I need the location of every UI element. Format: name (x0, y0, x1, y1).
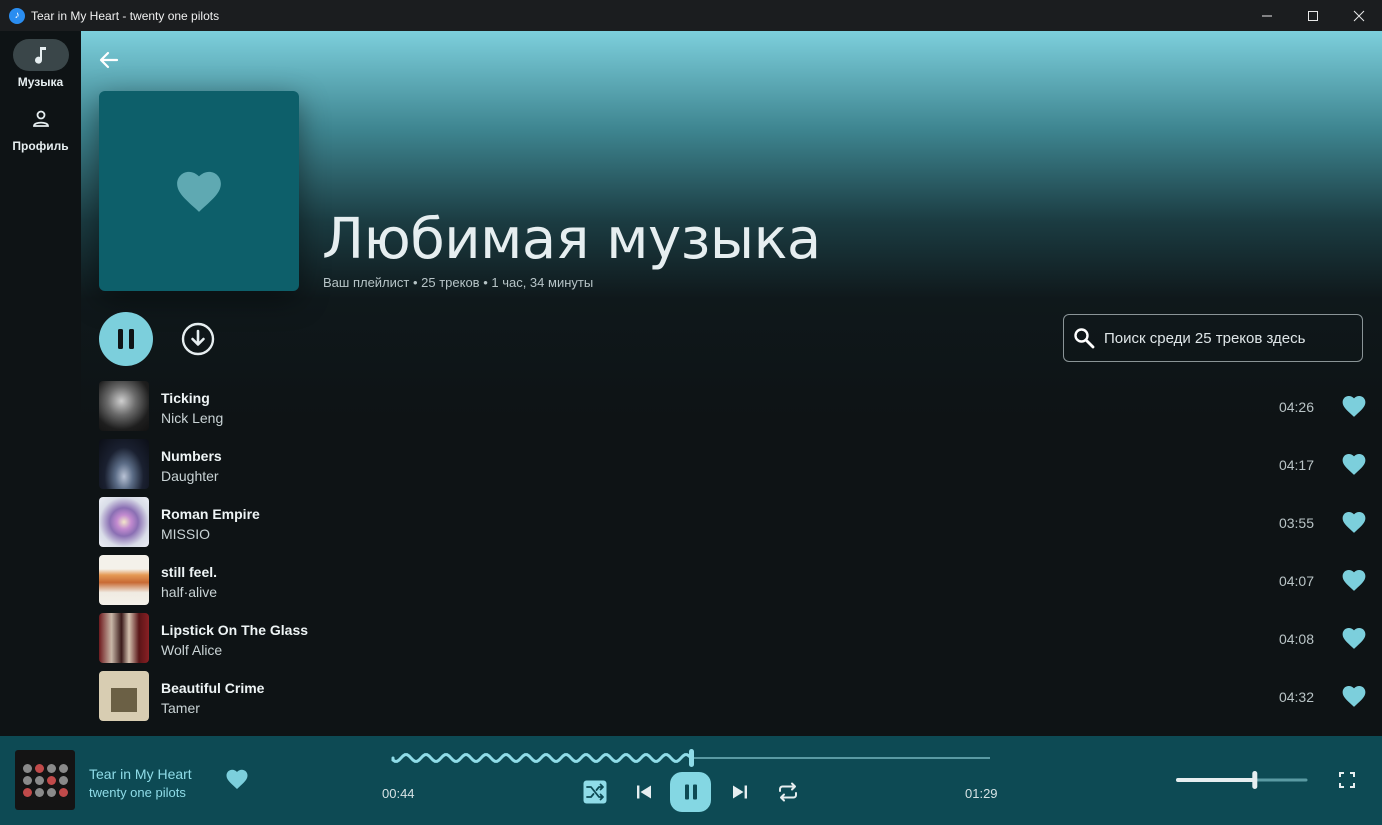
playlist-meta: Ваш плейлист • 25 треков • 1 час, 34 мин… (323, 275, 594, 290)
track-title: Roman Empire (161, 506, 260, 522)
track-title: Numbers (161, 448, 222, 464)
now-playing-cover (15, 750, 75, 810)
heart-icon (177, 171, 221, 212)
back-button[interactable] (97, 48, 121, 72)
track-row[interactable]: Lipstick On The Glass Wolf Alice 04:08 (99, 613, 1369, 671)
track-artist: half·alive (161, 584, 218, 600)
progress-thumb[interactable] (689, 749, 694, 767)
volume-thumb[interactable] (1252, 771, 1258, 789)
heart-icon[interactable] (1341, 684, 1367, 708)
album-art (99, 381, 149, 431)
repeat-icon (779, 782, 797, 802)
heart-icon[interactable] (1341, 626, 1367, 650)
track-duration: 03:55 (1278, 515, 1314, 531)
album-art (99, 439, 149, 489)
track-artist: Daughter (161, 468, 219, 484)
track-duration: 04:32 (1278, 689, 1314, 705)
fullscreen-icon (1339, 772, 1355, 788)
track-row[interactable]: Ticking Nick Leng 04:26 (99, 381, 1369, 439)
track-title: Ticking (161, 390, 210, 406)
like-heart-icon[interactable] (225, 768, 249, 790)
music-note-icon: ♪ (9, 7, 25, 24)
sidebar-item-music[interactable]: Музыка (0, 39, 81, 89)
album-art (99, 671, 149, 721)
now-playing-artist[interactable]: twenty one pilots (89, 785, 186, 800)
heart-icon[interactable] (1341, 568, 1367, 592)
heart-icon[interactable] (1341, 452, 1367, 476)
volume-slider[interactable] (1176, 770, 1308, 790)
close-button[interactable] (1336, 0, 1382, 31)
track-row[interactable]: Roman Empire MISSIO 03:55 (99, 497, 1369, 555)
track-duration: 04:07 (1278, 573, 1314, 589)
player-pause-button[interactable] (670, 772, 711, 812)
pause-icon (118, 329, 134, 349)
album-art (99, 555, 149, 605)
sidebar-item-profile[interactable]: Профиль (0, 103, 81, 153)
skip-next-icon (733, 785, 747, 799)
sidebar-item-label: Музыка (17, 75, 64, 89)
search-input[interactable] (1104, 329, 1354, 347)
track-duration: 04:17 (1278, 457, 1314, 473)
track-artist: Wolf Alice (161, 642, 223, 658)
person-icon (32, 110, 49, 127)
track-duration: 04:08 (1278, 631, 1314, 647)
player-bar: Tear in My Heart twenty one pilots 00:44… (0, 736, 1382, 825)
shuffle-icon (583, 780, 607, 804)
track-row[interactable]: still feel. half·alive 04:07 (99, 555, 1369, 613)
now-playing-title[interactable]: Tear in My Heart (89, 766, 192, 782)
playlist-cover (99, 91, 299, 291)
current-time: 00:44 (382, 786, 415, 801)
fullscreen-button[interactable] (1337, 770, 1357, 790)
sidebar-item-label: Профиль (12, 139, 69, 153)
track-list: Ticking Nick Leng 04:26 Numbers Daughter… (99, 381, 1369, 729)
page-title: Любимая музыка (322, 207, 821, 272)
sidebar: Музыка Профиль (0, 31, 81, 736)
skip-previous-icon (637, 785, 651, 799)
track-duration: 04:26 (1278, 399, 1314, 415)
track-title: still feel. (161, 564, 218, 580)
pause-icon (684, 784, 697, 800)
shuffle-button[interactable] (583, 780, 607, 804)
album-art (99, 613, 149, 663)
album-art (99, 497, 149, 547)
track-artist: MISSIO (161, 526, 211, 542)
arrow-left-icon (99, 51, 119, 69)
next-button[interactable] (729, 781, 751, 803)
total-time: 01:29 (965, 786, 998, 801)
window-title: Tear in My Heart - twenty one pilots (31, 8, 220, 23)
track-row[interactable]: Beautiful Crime Tamer 04:32 (99, 671, 1369, 729)
minimize-button[interactable] (1244, 0, 1290, 31)
download-icon (181, 322, 215, 356)
heart-icon[interactable] (1341, 510, 1367, 534)
previous-button[interactable] (633, 781, 655, 803)
play-pause-button[interactable] (99, 312, 153, 366)
playlist-view: Любимая музыка Ваш плейлист • 25 треков … (81, 31, 1382, 736)
track-row[interactable]: Numbers Daughter 04:17 (99, 439, 1369, 497)
track-title: Beautiful Crime (161, 680, 265, 696)
music-note-icon (34, 47, 46, 64)
download-button[interactable] (180, 321, 216, 357)
progress-slider[interactable] (391, 748, 991, 768)
repeat-button[interactable] (776, 780, 800, 804)
search-icon (1074, 328, 1095, 349)
track-title: Lipstick On The Glass (161, 622, 309, 638)
title-bar: ♪ Tear in My Heart - twenty one pilots (0, 0, 1382, 31)
heart-icon[interactable] (1341, 394, 1367, 418)
track-artist: Tamer (161, 700, 200, 716)
track-artist: Nick Leng (161, 410, 224, 426)
search-box[interactable] (1063, 314, 1363, 362)
maximize-button[interactable] (1290, 0, 1336, 31)
progress-played (391, 753, 693, 763)
